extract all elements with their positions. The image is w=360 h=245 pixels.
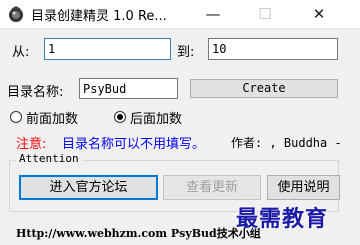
suffix-radio[interactable] (114, 111, 126, 123)
suffix-radio-label[interactable]: 后面加数 (130, 108, 182, 127)
directory-name-input[interactable]: PsyBud (79, 78, 178, 99)
minimize-button[interactable]: — (190, 0, 236, 28)
window-title: 目录创建精灵 1.0 Re... (31, 9, 167, 24)
forum-button[interactable]: 进入官方论坛 (19, 175, 158, 200)
radio-selected-dot (117, 114, 123, 120)
check-update-button[interactable]: 查看更新 (163, 175, 261, 200)
note-prefix: 注意: (16, 137, 47, 152)
create-button[interactable]: Create (190, 79, 338, 98)
note-text: 目录名称可以不用填写。 (62, 137, 206, 152)
app-icon (9, 6, 23, 22)
attention-legend: Attention (16, 152, 82, 165)
to-input[interactable]: 10 (208, 38, 338, 60)
watermark: 最需教育 (236, 206, 329, 232)
maximize-button[interactable]: ☐ (242, 0, 288, 28)
directory-name-label: 目录名称: (7, 85, 64, 100)
from-label: 从: (12, 45, 30, 60)
help-button[interactable]: 使用说明 (267, 175, 340, 200)
footer-text: Http://www.webhzm.com PsyBud技术小组 (16, 227, 261, 240)
author-text: 作者: , Buddha - (231, 136, 342, 150)
from-input[interactable]: 1 (44, 38, 171, 60)
prefix-radio[interactable] (10, 111, 22, 123)
title-bar: 目录创建精灵 1.0 Re... — ☐ ✕ (0, 0, 360, 29)
prefix-radio-label[interactable]: 前面加数 (26, 108, 78, 127)
to-label: 到: (177, 45, 195, 60)
close-button[interactable]: ✕ (296, 0, 342, 28)
